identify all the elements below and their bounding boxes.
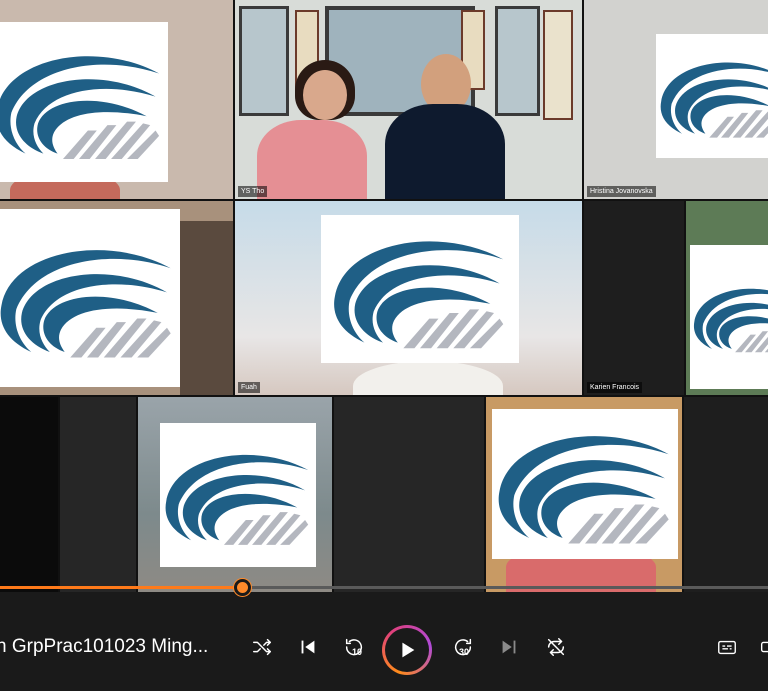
participant-tile[interactable] [0, 397, 58, 592]
logo-card [690, 245, 768, 389]
seek-bar[interactable] [0, 579, 768, 596]
participant-tile[interactable] [334, 397, 484, 592]
more-options-button[interactable] [754, 632, 768, 662]
window-backdrop [239, 6, 289, 116]
participant-tile[interactable] [684, 397, 768, 592]
seek-bar-thumb[interactable] [233, 579, 251, 596]
window-backdrop [495, 6, 540, 116]
captions-icon [718, 640, 736, 655]
company-logo-icon [492, 409, 678, 559]
video-grid: YS Tho Hristina Jovanovska Fuah Karien F… [0, 0, 768, 592]
logo-card [0, 209, 180, 387]
skip-next-icon [502, 640, 516, 654]
participant-tile[interactable] [486, 397, 682, 592]
scroll-painting [543, 10, 573, 120]
logo-card [492, 409, 678, 559]
participant-name: Hristina Jovanovska [587, 186, 656, 197]
participant-tile[interactable] [686, 201, 768, 395]
participant-name: Karien Francois [587, 382, 643, 393]
company-logo-icon [0, 22, 168, 182]
participant-tile[interactable]: Hristina Jovanovska [584, 0, 768, 199]
company-logo-icon [0, 209, 180, 387]
participant-video [353, 361, 503, 395]
logo-card [656, 34, 768, 158]
logo-card [321, 215, 519, 363]
company-logo-icon [321, 215, 519, 363]
participant-video [303, 70, 347, 120]
partial-icon [760, 641, 768, 653]
participant-tile[interactable]: YS Tho [235, 0, 582, 199]
participant-name: Fuah [238, 382, 260, 393]
play-icon [402, 642, 415, 658]
participant-tile[interactable]: Fuah [235, 201, 582, 395]
company-logo-icon [690, 245, 768, 389]
skip-previous-icon [301, 640, 315, 654]
logo-card [160, 423, 316, 567]
next-button[interactable] [494, 632, 524, 662]
forward-button[interactable]: 30 [448, 632, 478, 662]
company-logo-icon [656, 34, 768, 158]
media-title: n GrpPrac101023 Ming... [0, 636, 209, 657]
play-button-inner [385, 628, 429, 672]
logo-card [0, 22, 168, 182]
captions-button[interactable] [712, 632, 742, 662]
repeat-button[interactable] [541, 632, 571, 662]
participant-tile[interactable]: Karien Francois [584, 201, 684, 395]
participant-tile[interactable] [138, 397, 332, 592]
company-logo-icon [160, 423, 316, 567]
participant-name: YS Tho [238, 186, 268, 197]
shuffle-button[interactable] [247, 632, 277, 662]
play-button[interactable] [382, 625, 432, 675]
participant-video [385, 104, 505, 199]
forward-seconds: 30 [459, 647, 470, 657]
participant-tile[interactable] [0, 0, 233, 199]
shuffle-icon [253, 638, 271, 656]
repeat-icon [547, 638, 565, 656]
participant-video [257, 120, 367, 199]
participant-video [180, 221, 233, 395]
participant-tile[interactable] [60, 397, 136, 592]
rewind-seconds: 10 [352, 647, 363, 657]
media-player-controls: n GrpPrac101023 Ming... 10 30 [0, 579, 768, 691]
rewind-button[interactable]: 10 [339, 632, 369, 662]
seek-bar-progress [0, 586, 242, 589]
previous-button[interactable] [293, 632, 323, 662]
participant-tile[interactable] [0, 201, 233, 395]
